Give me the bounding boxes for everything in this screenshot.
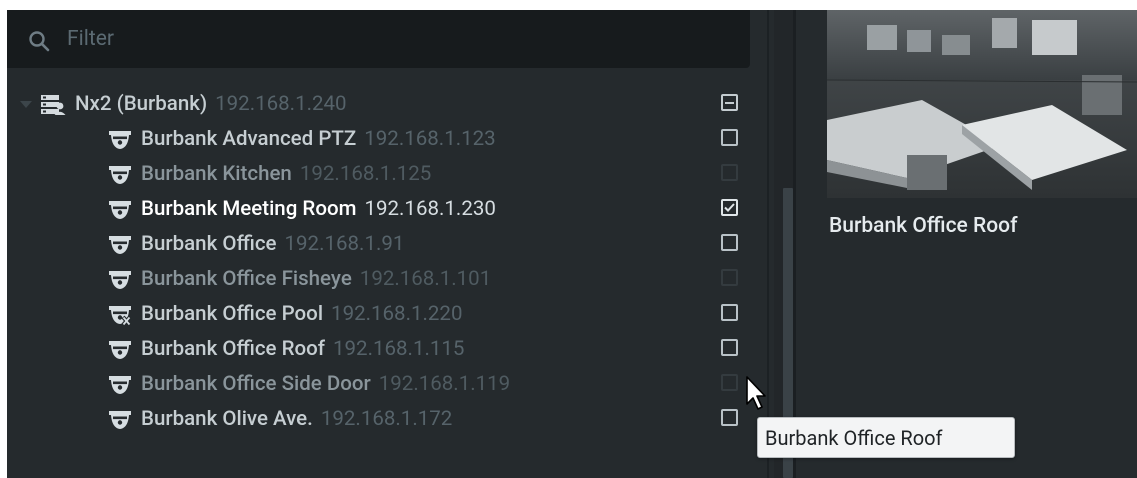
camera-checkbox[interactable] xyxy=(721,164,738,181)
camera-checkbox[interactable] xyxy=(721,129,738,146)
camera-icon xyxy=(108,374,132,396)
server-ip: 192.168.1.240 xyxy=(215,92,347,116)
camera-checkbox[interactable] xyxy=(721,304,738,321)
camera-checkbox[interactable] xyxy=(721,269,738,286)
tooltip: Burbank Office Roof xyxy=(757,417,1015,458)
camera-ip: 192.168.1.119 xyxy=(378,372,511,396)
camera-ip: 192.168.1.220 xyxy=(331,302,463,326)
camera-ip: 192.168.1.123 xyxy=(364,127,496,151)
camera-name: Burbank Olive Ave. xyxy=(141,407,313,431)
server-checkbox[interactable] xyxy=(721,94,738,111)
server-icon xyxy=(41,95,66,115)
camera-row[interactable]: Burbank Advanced PTZ 192.168.1.123 xyxy=(7,123,767,158)
camera-label: Burbank Advanced PTZ 192.168.1.123 xyxy=(141,127,496,151)
search-icon xyxy=(29,31,50,52)
camera-icon xyxy=(108,269,132,291)
divider xyxy=(793,10,796,478)
camera-icon xyxy=(108,409,132,431)
camera-icon xyxy=(108,234,132,256)
camera-icon xyxy=(108,199,132,221)
camera-icon xyxy=(108,164,132,186)
camera-row[interactable]: Burbank Olive Ave. 192.168.1.172 xyxy=(7,403,767,438)
server-name: Nx2 (Burbank) 192.168.1.240 xyxy=(75,92,347,116)
camera-checkbox[interactable] xyxy=(721,374,738,391)
tooltip-text: Burbank Office Roof xyxy=(765,426,943,450)
roof-camera-image xyxy=(827,10,1137,198)
collapse-arrow-icon[interactable] xyxy=(20,100,32,110)
camera-name: Burbank Office Roof xyxy=(141,337,325,361)
camera-row[interactable]: Burbank Office Side Door 192.168.1.119 xyxy=(7,368,767,403)
camera-checkbox[interactable] xyxy=(721,199,738,216)
camera-ip: 192.168.1.172 xyxy=(320,407,453,431)
camera-icon xyxy=(108,339,132,361)
camera-checkbox[interactable] xyxy=(721,339,738,356)
camera-checkbox[interactable] xyxy=(721,234,738,251)
camera-row[interactable]: Burbank Office Pool 192.168.1.220 xyxy=(7,298,767,333)
camera-checkbox[interactable] xyxy=(721,409,738,426)
camera-label: Burbank Office Roof 192.168.1.115 xyxy=(141,337,464,361)
camera-ip: 192.168.1.101 xyxy=(359,267,492,291)
camera-preview-thumbnail xyxy=(827,10,1137,198)
camera-icon xyxy=(108,129,132,151)
camera-name: Burbank Office Fisheye xyxy=(141,267,352,291)
camera-name: Burbank Kitchen xyxy=(141,162,292,186)
filter-input[interactable]: Filter xyxy=(7,10,750,68)
camera-ip: 192.168.1.125 xyxy=(299,162,432,186)
camera-name: Burbank Advanced PTZ xyxy=(141,127,357,151)
filter-placeholder: Filter xyxy=(67,27,114,51)
server-row[interactable]: Nx2 (Burbank) 192.168.1.240 xyxy=(7,88,767,123)
camera-label: Burbank Office Pool 192.168.1.220 xyxy=(141,302,462,326)
camera-label: Burbank Office Fisheye 192.168.1.101 xyxy=(141,267,491,291)
camera-label: Burbank Office Side Door 192.168.1.119 xyxy=(141,372,510,396)
camera-row[interactable]: Burbank Meeting Room 192.168.1.230 xyxy=(7,193,767,228)
resource-selection-dialog: Filter Nx2 (Burbank) 192.168.1.240 Burban… xyxy=(7,10,1137,478)
camera-row[interactable]: Burbank Kitchen 192.168.1.125 xyxy=(7,158,767,193)
camera-name: Burbank Office Side Door xyxy=(141,372,371,396)
camera-name: Burbank Office Pool xyxy=(141,302,324,326)
camera-label: Burbank Meeting Room 192.168.1.230 xyxy=(141,197,496,221)
camera-row[interactable]: Burbank Office Roof 192.168.1.115 xyxy=(7,333,767,368)
preview-camera-name: Burbank Office Roof xyxy=(829,214,1018,238)
camera-ip: 192.168.1.230 xyxy=(364,197,496,221)
camera-label: Burbank Office 192.168.1.91 xyxy=(141,232,404,256)
camera-name: Burbank Meeting Room xyxy=(141,197,357,221)
mouse-cursor-icon xyxy=(746,376,766,410)
camera-offline-icon xyxy=(108,304,132,327)
camera-label: Burbank Olive Ave. 192.168.1.172 xyxy=(141,407,452,431)
camera-name: Burbank Office xyxy=(141,232,277,256)
camera-label: Burbank Kitchen 192.168.1.125 xyxy=(141,162,431,186)
camera-ip: 192.168.1.91 xyxy=(284,232,405,256)
camera-row[interactable]: Burbank Office 192.168.1.91 xyxy=(7,228,767,263)
camera-ip: 192.168.1.115 xyxy=(333,337,465,361)
camera-row[interactable]: Burbank Office Fisheye 192.168.1.101 xyxy=(7,263,767,298)
